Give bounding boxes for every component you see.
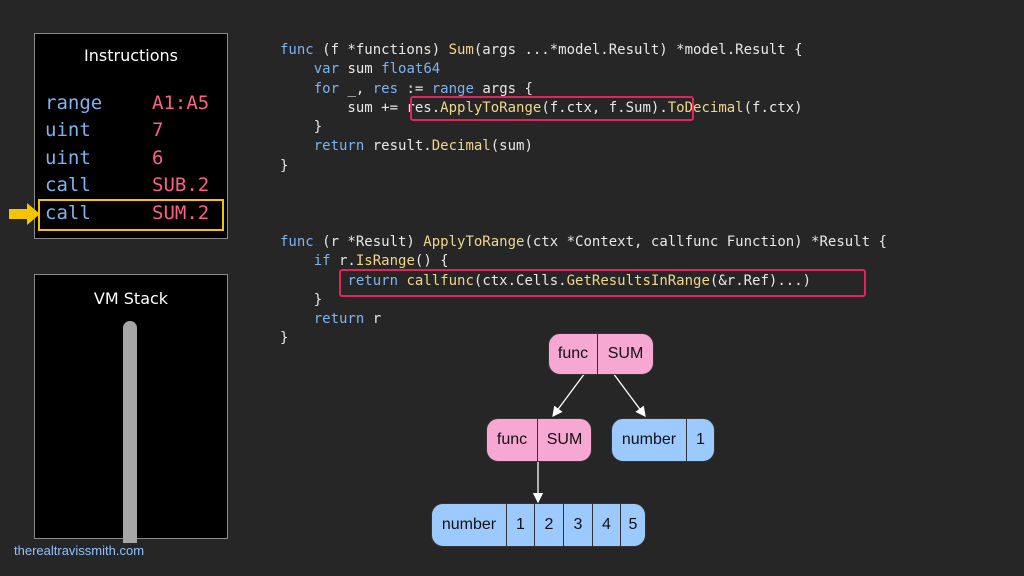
edge-root-left (552, 372, 586, 418)
node-value: SUM (537, 419, 591, 461)
node-type: number (621, 431, 677, 448)
edge-root-right (612, 372, 646, 418)
tree-edges (532, 372, 646, 504)
node-type: func (496, 431, 528, 448)
tree-node-root: func SUM (548, 333, 654, 375)
tree-node-leaf: number 1 2 3 4 5 (431, 503, 646, 547)
node-value: 1 (506, 504, 534, 546)
node-value: 2 (534, 504, 563, 546)
node-type: func (557, 345, 589, 362)
credit-text: therealtravissmith.com (14, 543, 145, 558)
node-type: number (441, 516, 497, 533)
tree-node-left: func SUM (486, 418, 592, 462)
tree-node-right: number 1 (611, 418, 715, 462)
node-value: 4 (592, 504, 620, 546)
node-value: 5 (620, 504, 645, 546)
node-value: 1 (686, 419, 714, 461)
node-value: 3 (563, 504, 592, 546)
node-value: SUM (597, 334, 653, 374)
